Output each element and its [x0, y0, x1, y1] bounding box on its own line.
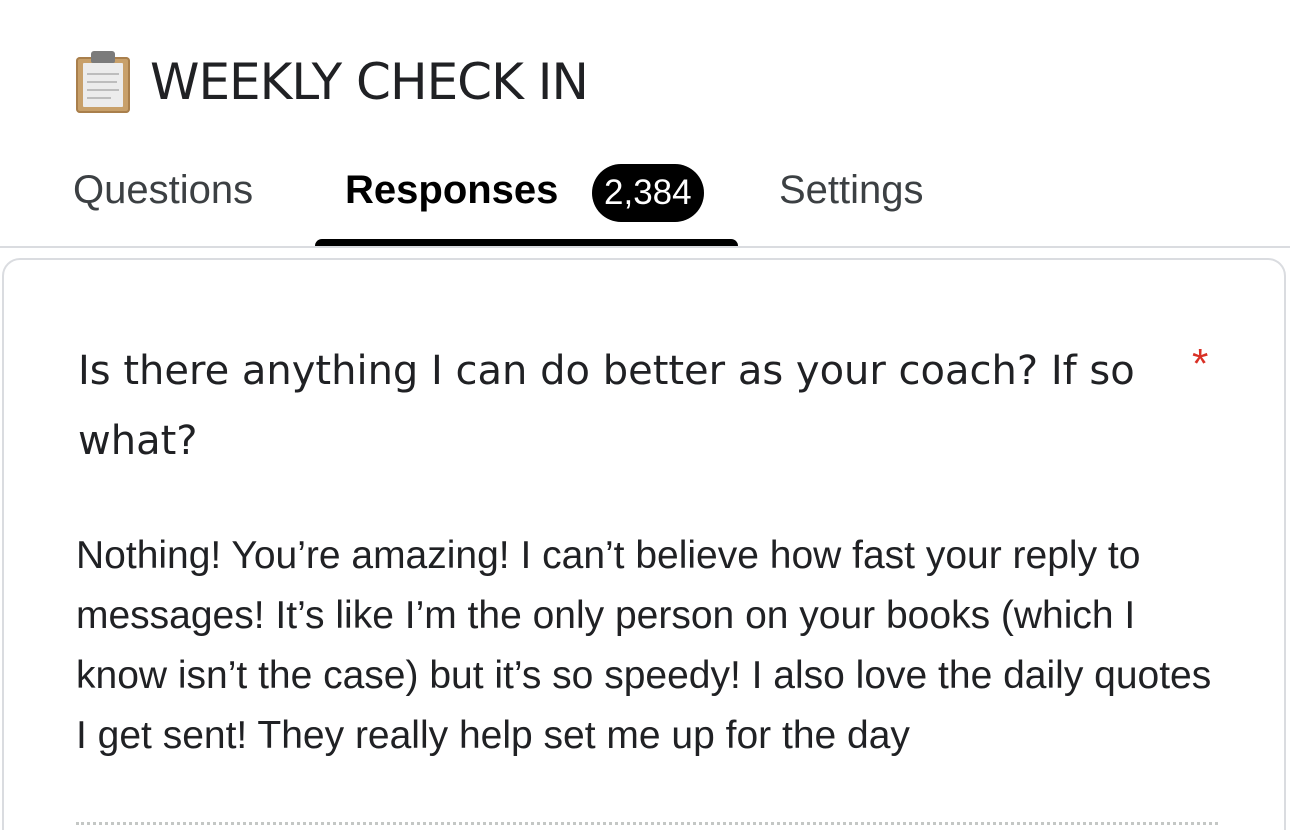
question-title: Is there anything I can do better as you…: [78, 348, 1135, 464]
tabs-divider: [0, 246, 1290, 248]
tab-questions[interactable]: Questions: [73, 168, 253, 213]
response-answer: Nothing! You’re amazing! I can’t believe…: [76, 534, 1212, 757]
tab-responses[interactable]: Responses: [345, 168, 558, 213]
answer-underline: [76, 822, 1218, 825]
clipboard-icon: [76, 51, 130, 113]
responses-count-badge: 2,384: [592, 164, 704, 222]
tab-bar: Questions Responses 2,384 Settings: [0, 150, 1290, 248]
required-asterisk: *: [1192, 340, 1209, 387]
tab-settings[interactable]: Settings: [779, 168, 924, 213]
question-card: Is there anything I can do better as you…: [2, 258, 1286, 830]
forms-responses-page: WEEKLY CHECK IN Questions Responses 2,38…: [0, 0, 1290, 830]
form-title: WEEKLY CHECK IN: [150, 53, 589, 111]
form-header: WEEKLY CHECK IN: [76, 50, 589, 114]
